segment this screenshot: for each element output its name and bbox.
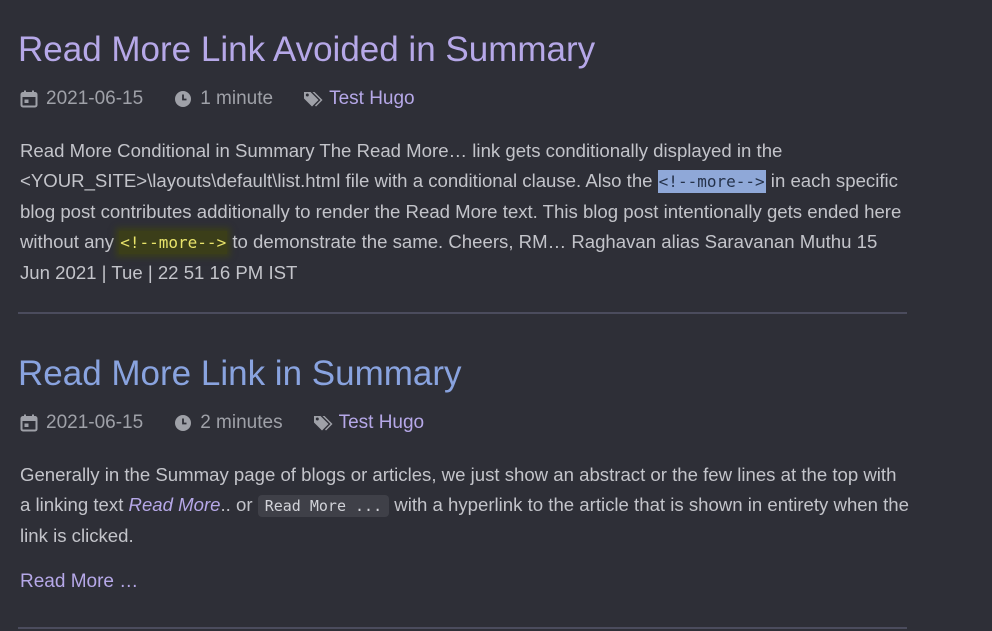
- clock-icon: [174, 90, 192, 108]
- post-read-time: 2 minutes: [174, 412, 283, 434]
- summary-text: .. or: [220, 494, 258, 515]
- post-read-time: 1 minute: [174, 88, 273, 110]
- tag-icon: [303, 90, 324, 109]
- calendar-icon: [20, 414, 38, 432]
- post-summary: Read More Conditional in Summary The Rea…: [20, 136, 910, 288]
- post-meta: 2021-06-15 2 minutes Test Hugo: [20, 410, 424, 436]
- more-tag-code-highlighted: <!--more-->: [119, 231, 228, 254]
- post-date-text: 2021-06-15: [46, 88, 144, 109]
- post-divider: [18, 627, 907, 629]
- read-more-inline-code: Read More ...: [257, 495, 390, 517]
- post-title-link[interactable]: Read More Link in Summary: [18, 350, 908, 398]
- post-card: Read More Link in Summary 2021-06-15 2 m…: [18, 350, 909, 592]
- tag-link[interactable]: Test Hugo: [339, 412, 425, 434]
- post-tag: Test Hugo: [313, 412, 425, 434]
- post-date: 2021-06-15: [20, 412, 143, 434]
- post-card: Read More Link Avoided in Summary 2021-0…: [18, 26, 908, 283]
- post-summary: Generally in the Summay page of blogs or…: [20, 460, 910, 551]
- post-tag: Test Hugo: [303, 88, 415, 110]
- tag-link[interactable]: Test Hugo: [329, 88, 415, 110]
- post-divider: [18, 312, 907, 314]
- post-date: 2021-06-15: [20, 88, 143, 110]
- more-tag-code-selected: <!--more-->: [657, 170, 766, 193]
- post-read-time-text: 1 minute: [200, 88, 274, 109]
- post-meta: 2021-06-15 1 minute Test Hugo: [20, 86, 415, 112]
- post-date-text: 2021-06-15: [46, 412, 144, 433]
- read-more-link[interactable]: Read More …: [20, 571, 138, 593]
- read-more-emphasis: Read More: [128, 494, 221, 515]
- clock-icon: [174, 414, 192, 432]
- post-read-time-text: 2 minutes: [200, 412, 283, 433]
- tag-icon: [313, 414, 334, 433]
- post-title-link[interactable]: Read More Link Avoided in Summary: [18, 26, 908, 74]
- calendar-icon: [20, 90, 38, 108]
